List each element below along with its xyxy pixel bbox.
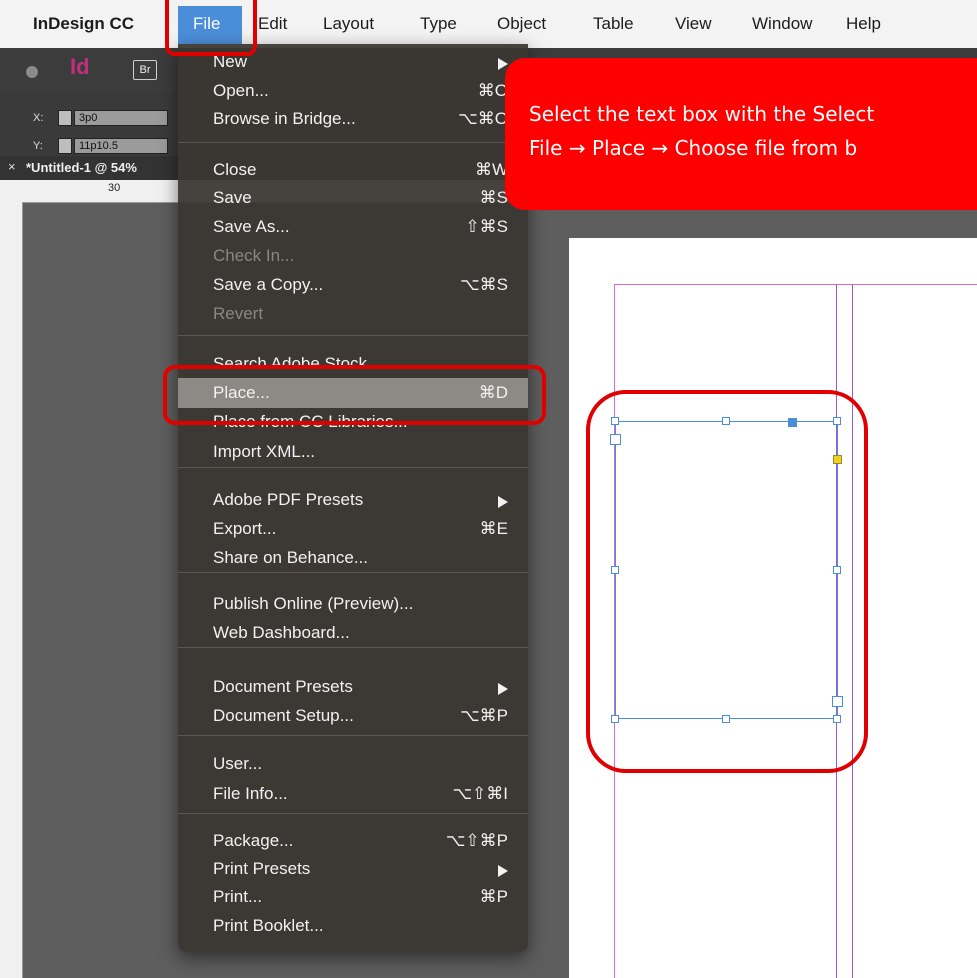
menu-item-label: Export...	[213, 519, 277, 538]
menu-layout[interactable]: Layout	[323, 14, 374, 34]
menu-item-web-dashboard[interactable]: Web Dashboard...	[178, 623, 528, 647]
menu-item-export[interactable]: Export... ⌘E	[178, 519, 528, 543]
x-label: X:	[33, 112, 44, 124]
menu-view[interactable]: View	[675, 14, 712, 34]
status-dot-icon	[26, 66, 38, 78]
menu-item-print-presets[interactable]: Print Presets	[178, 859, 528, 883]
file-menu-dropdown: New Open... ⌘O Browse in Bridge... ⌥⌘O C…	[178, 44, 528, 952]
x-field[interactable]: 3p0	[74, 110, 168, 126]
menu-item-label: Publish Online (Preview)...	[213, 594, 414, 613]
menu-item-label: Browse in Bridge...	[213, 109, 356, 128]
menu-item-label: Save As...	[213, 217, 290, 236]
menu-item-shortcut: ⌥⇧⌘I	[452, 784, 508, 803]
text-frame-annotation	[586, 390, 868, 773]
menu-window[interactable]: Window	[752, 14, 812, 34]
menu-item-label: Document Setup...	[213, 706, 354, 725]
menu-item-adobe-pdf-presets[interactable]: Adobe PDF Presets	[178, 490, 528, 514]
menu-item-label: Web Dashboard...	[213, 623, 350, 642]
document-title: *Untitled-1 @ 54%	[26, 160, 137, 175]
indesign-logo: Id	[70, 54, 90, 79]
menu-table[interactable]: Table	[593, 14, 634, 34]
menu-item-import-xml[interactable]: Import XML...	[178, 442, 528, 466]
menu-item-label: Share on Behance...	[213, 548, 369, 567]
menu-item-shortcut: ⇧⌘S	[465, 217, 508, 236]
menu-item-shortcut: ⌥⌘S	[460, 275, 508, 294]
menu-item-label: Save a Copy...	[213, 275, 324, 294]
margin-guide	[614, 284, 977, 285]
menu-item-label: Print...	[213, 887, 263, 906]
file-menu-annotation	[165, 0, 257, 56]
menu-item-shortcut: ⌥⇧⌘P	[445, 831, 508, 850]
menu-item-shortcut: ⌘P	[479, 887, 508, 906]
instruction-callout: Select the text box with the Select File…	[505, 58, 977, 210]
menu-item-label: Open...	[213, 81, 269, 100]
menu-item-package[interactable]: Package... ⌥⇧⌘P	[178, 831, 528, 855]
menu-app-name[interactable]: InDesign CC	[33, 14, 134, 34]
submenu-arrow-icon	[498, 496, 508, 508]
menu-item-label: Package...	[213, 831, 294, 850]
menu-item-label: Print Booklet...	[213, 916, 324, 935]
menu-item-print-booklet[interactable]: Print Booklet...	[178, 916, 528, 940]
menu-item-document-setup[interactable]: Document Setup... ⌥⌘P	[178, 706, 528, 730]
bridge-button[interactable]: Br	[133, 60, 157, 80]
menu-item-label: Close	[213, 160, 257, 179]
menu-item-label: File Info...	[213, 784, 288, 803]
callout-line-2: File → Place → Choose file from b	[529, 136, 858, 160]
menu-item-user[interactable]: User...	[178, 754, 528, 778]
menu-type[interactable]: Type	[420, 14, 457, 34]
menu-edit[interactable]: Edit	[258, 14, 287, 34]
menu-item-save[interactable]: Save ⌘S	[178, 188, 528, 212]
menu-item-label: Document Presets	[213, 677, 353, 696]
vertical-ruler[interactable]	[0, 202, 23, 978]
menu-item-close[interactable]: Close ⌘W	[178, 160, 528, 184]
y-field[interactable]: 11p10.5	[74, 138, 168, 154]
menu-item-save-a-copy[interactable]: Save a Copy... ⌥⌘S	[178, 275, 528, 299]
menu-item-label: Print Presets	[213, 859, 311, 878]
menu-item-shortcut: ⌥⌘P	[460, 706, 508, 725]
close-icon[interactable]: ×	[8, 159, 16, 174]
menu-item-label: Check In...	[213, 246, 295, 265]
menu-help[interactable]: Help	[846, 14, 881, 34]
menu-item-publish-online[interactable]: Publish Online (Preview)...	[178, 594, 528, 618]
menu-item-check-in: Check In...	[178, 246, 528, 270]
menu-item-document-presets[interactable]: Document Presets	[178, 677, 528, 701]
ruler-label: 30	[108, 182, 121, 194]
submenu-arrow-icon	[498, 683, 508, 695]
menu-item-open[interactable]: Open... ⌘O	[178, 81, 528, 105]
y-label: Y:	[33, 140, 43, 152]
menu-item-label: Import XML...	[213, 442, 316, 461]
place-annotation	[163, 365, 546, 425]
menu-item-shortcut: ⌘O	[477, 81, 508, 100]
menu-item-shortcut: ⌘W	[474, 160, 508, 179]
menu-item-label: Save	[213, 188, 252, 207]
menu-item-shortcut: ⌥⌘O	[458, 109, 508, 128]
menu-item-share-on-behance[interactable]: Share on Behance...	[178, 548, 528, 572]
menu-item-print[interactable]: Print... ⌘P	[178, 887, 528, 911]
menu-item-shortcut: ⌘S	[479, 188, 508, 207]
menu-item-save-as[interactable]: Save As... ⇧⌘S	[178, 217, 528, 241]
menu-bar: InDesign CC File Edit Layout Type Object…	[0, 0, 977, 49]
menu-item-file-info[interactable]: File Info... ⌥⇧⌘I	[178, 784, 528, 808]
y-stepper[interactable]	[58, 138, 72, 154]
menu-item-label: User...	[213, 754, 263, 773]
menu-item-label: Revert	[213, 304, 264, 323]
menu-object[interactable]: Object	[497, 14, 546, 34]
menu-item-revert: Revert	[178, 304, 528, 328]
menu-item-shortcut: ⌘E	[479, 519, 508, 538]
menu-item-label: Adobe PDF Presets	[213, 490, 364, 509]
callout-line-1: Select the text box with the Select	[529, 102, 875, 126]
x-stepper[interactable]	[58, 110, 72, 126]
menu-item-browse-in-bridge[interactable]: Browse in Bridge... ⌥⌘O	[178, 109, 528, 133]
submenu-arrow-icon	[498, 865, 508, 877]
